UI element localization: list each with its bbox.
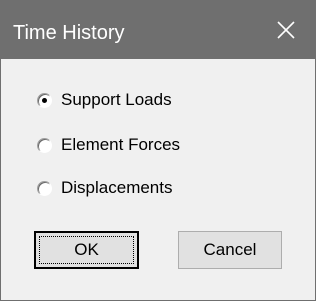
cancel-button[interactable]: Cancel: [178, 231, 282, 269]
radio-element-forces[interactable]: [37, 137, 52, 153]
ok-button-label: OK: [74, 240, 99, 259]
title-bar[interactable]: Time History: [1, 1, 315, 59]
close-icon: [277, 21, 295, 39]
cancel-button-label: Cancel: [203, 240, 257, 259]
time-history-dialog: Time History Support Loads Element Force…: [0, 0, 316, 301]
option-label-element-forces[interactable]: Element Forces: [61, 135, 180, 155]
ok-button[interactable]: OK: [34, 231, 139, 269]
close-button[interactable]: [257, 1, 315, 59]
radio-displacements[interactable]: [37, 180, 52, 196]
radio-selected-dot: [42, 97, 47, 103]
option-label-displacements[interactable]: Displacements: [61, 178, 173, 198]
option-label-support-loads[interactable]: Support Loads: [61, 90, 172, 110]
option-support-loads[interactable]: Support Loads: [37, 88, 172, 112]
option-element-forces[interactable]: Element Forces: [37, 133, 180, 157]
dialog-body: Support Loads Element Forces Displacemen…: [1, 59, 315, 300]
radio-support-loads[interactable]: [37, 92, 52, 108]
dialog-title: Time History: [13, 22, 125, 44]
option-displacements[interactable]: Displacements: [37, 176, 173, 200]
